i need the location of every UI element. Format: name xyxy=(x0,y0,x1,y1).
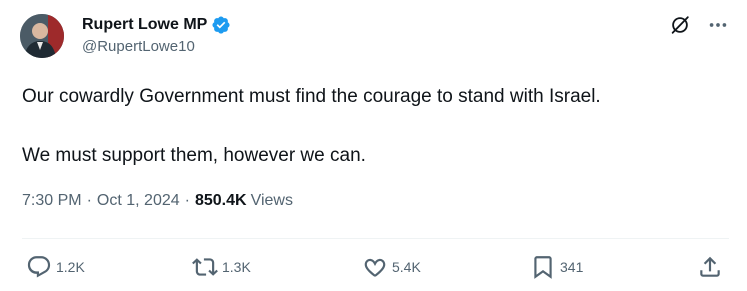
more-icon[interactable] xyxy=(707,14,729,36)
bookmark-button[interactable]: 341 xyxy=(530,252,583,282)
meta-separator: · xyxy=(184,192,190,209)
header-actions xyxy=(669,14,729,36)
action-bar: 1.2K 1.3K 5.4K 341 xyxy=(0,252,747,284)
avatar[interactable] xyxy=(20,14,64,58)
repost-icon xyxy=(192,258,218,276)
verified-badge-icon[interactable] xyxy=(211,15,231,35)
grok-icon[interactable] xyxy=(669,14,691,36)
like-icon xyxy=(364,258,386,277)
share-icon xyxy=(700,256,720,277)
avatar-image xyxy=(20,14,64,58)
tweet-time[interactable]: 7:30 PM xyxy=(22,192,82,210)
author-info: Rupert Lowe MP @RupertLowe10 xyxy=(82,14,231,55)
author-handle[interactable]: @RupertLowe10 xyxy=(82,38,231,55)
share-button[interactable] xyxy=(697,252,723,282)
meta-separator: · xyxy=(86,192,92,209)
views-count: 850.4K xyxy=(194,192,247,209)
tweet-date[interactable]: Oct 1, 2024 xyxy=(97,192,180,210)
tweet: Rupert Lowe MP @RupertLowe10 Our cowardl… xyxy=(0,0,747,291)
reply-icon xyxy=(27,256,51,278)
name-row: Rupert Lowe MP xyxy=(82,14,231,36)
like-button[interactable]: 5.4K xyxy=(362,252,421,282)
divider xyxy=(22,238,729,239)
reply-button[interactable]: 1.2K xyxy=(26,252,85,282)
like-count: 5.4K xyxy=(392,259,421,275)
views-label: Views xyxy=(250,192,293,209)
tweet-text-line-1: Our cowardly Government must find the co… xyxy=(22,86,601,107)
repost-count: 1.3K xyxy=(222,259,251,275)
author-display-name[interactable]: Rupert Lowe MP xyxy=(82,16,207,34)
repost-button[interactable]: 1.3K xyxy=(192,252,251,282)
reply-count: 1.2K xyxy=(56,259,85,275)
bookmark-count: 341 xyxy=(560,259,584,275)
bookmark-icon xyxy=(534,256,552,279)
tweet-meta: 7:30 PM · Oct 1, 2024 · 850.4K Views xyxy=(22,192,293,210)
tweet-text-line-2: We must support them, however we can. xyxy=(22,145,366,166)
